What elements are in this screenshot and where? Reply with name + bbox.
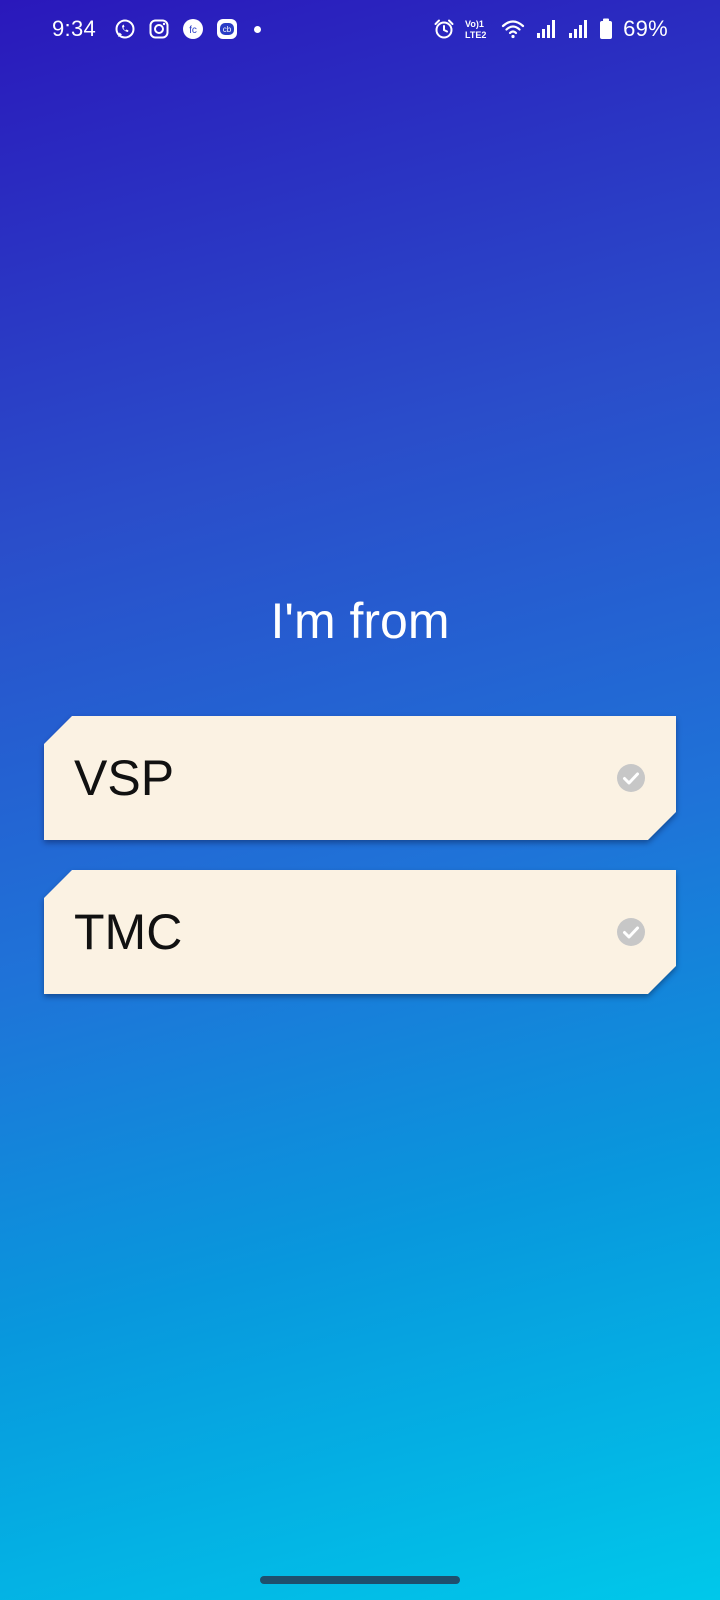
status-left: 9:34 fc cb bbox=[52, 16, 262, 42]
svg-text:Vo)1: Vo)1 bbox=[465, 19, 484, 29]
check-circle-icon bbox=[616, 917, 646, 947]
home-indicator[interactable] bbox=[260, 1576, 460, 1584]
svg-text:LTE2: LTE2 bbox=[465, 30, 486, 40]
fc-app-icon: fc bbox=[182, 18, 204, 40]
battery-icon bbox=[599, 18, 613, 40]
svg-text:cb: cb bbox=[223, 25, 232, 34]
page-title: I'm from bbox=[270, 593, 450, 649]
option-label: TMC bbox=[74, 904, 183, 960]
battery-percentage: 69% bbox=[623, 16, 668, 41]
instagram-icon bbox=[148, 18, 170, 40]
more-notifications-dot-icon bbox=[254, 25, 262, 33]
volte-icon: Vo)1 LTE2 bbox=[465, 18, 491, 40]
option-tmc[interactable]: TMC bbox=[44, 870, 676, 994]
option-label: VSP bbox=[74, 750, 175, 806]
whatsapp-icon bbox=[114, 18, 136, 40]
cb-app-icon: cb bbox=[216, 18, 238, 40]
check-circle-icon bbox=[616, 763, 646, 793]
status-bar: 9:34 fc cb Vo)1 LTE2 69% bbox=[0, 0, 720, 60]
svg-text:fc: fc bbox=[189, 25, 197, 36]
wifi-icon bbox=[501, 18, 525, 40]
signal-icon bbox=[567, 18, 589, 40]
status-right: Vo)1 LTE2 69% bbox=[433, 16, 668, 42]
status-time: 9:34 bbox=[52, 16, 97, 41]
signal-icon bbox=[535, 18, 557, 40]
option-vsp[interactable]: VSP bbox=[44, 716, 676, 840]
alarm-icon bbox=[433, 18, 455, 40]
